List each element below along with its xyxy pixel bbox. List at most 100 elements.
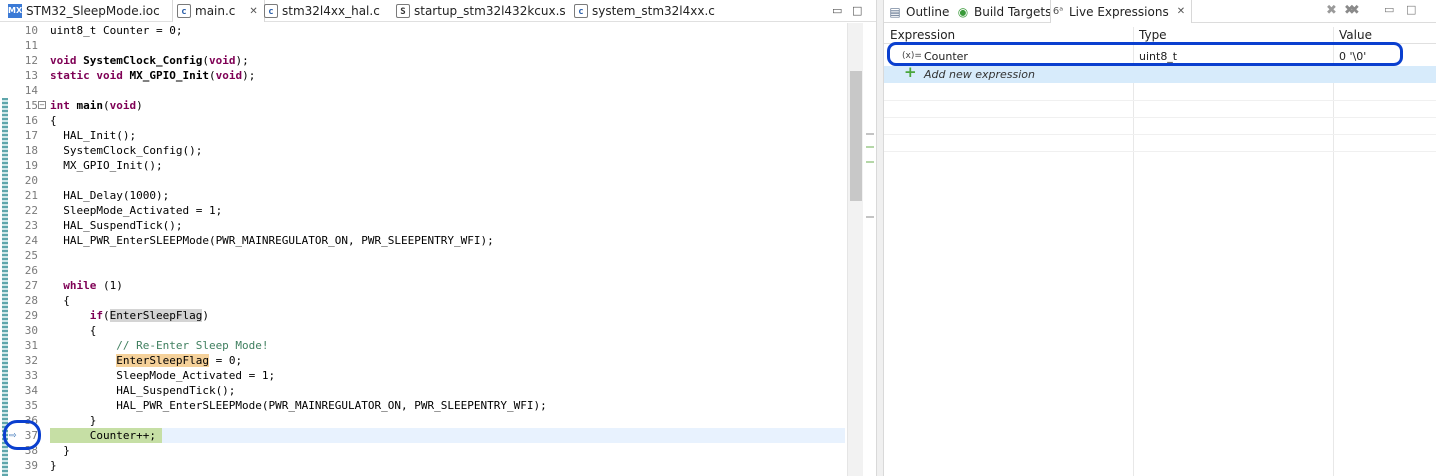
code-line: { <box>50 114 57 127</box>
code-line: MX_GPIO_Init(); <box>50 159 163 172</box>
tab-system-stm32l4xx-c[interactable]: c system_stm32l4xx.c <box>570 0 715 22</box>
line-number: 21 <box>24 189 38 202</box>
column-divider[interactable] <box>1133 27 1134 476</box>
code-line: void SystemClock_Config(void); <box>50 54 249 67</box>
c-file-icon: c <box>264 4 278 18</box>
row-divider <box>884 117 1436 118</box>
code-line: HAL_Init(); <box>50 129 137 142</box>
c-file-icon: c <box>574 4 588 18</box>
annotation-circle <box>3 420 41 450</box>
code-line: } <box>50 414 97 427</box>
overview-mark[interactable] <box>866 216 874 218</box>
overview-ruler[interactable] <box>864 23 876 476</box>
tab-label: Build Targets <box>974 4 1052 19</box>
minimize-icon[interactable]: ▭ <box>832 4 842 17</box>
coverage-ruler <box>0 23 8 476</box>
annotation-circle <box>887 42 1403 66</box>
line-number: 24 <box>24 234 38 247</box>
overview-mark[interactable] <box>866 146 874 148</box>
line-number: 10 <box>24 24 38 37</box>
row-divider <box>884 134 1436 135</box>
overview-mark[interactable] <box>866 161 874 163</box>
close-icon[interactable]: ✕ <box>249 6 257 17</box>
line-number: 32 <box>24 354 38 367</box>
line-number: 25 <box>24 249 38 262</box>
live-expressions-icon: 6ᵃ <box>1052 6 1064 17</box>
scrollbar-thumb[interactable] <box>850 71 862 201</box>
code-line: HAL_PWR_EnterSLEEPMode(PWR_MAINREGULATOR… <box>50 399 547 412</box>
tab-startup-s[interactable]: S startup_stm32l432kcux.s <box>392 0 566 22</box>
code-line-current: Counter++; <box>50 429 156 442</box>
line-number: 26 <box>24 264 38 277</box>
line-number: 12 <box>24 54 38 67</box>
maximize-icon[interactable]: □ <box>852 4 862 17</box>
line-number: 20 <box>24 174 38 187</box>
add-icon: + <box>904 63 917 81</box>
line-number: 22 <box>24 204 38 217</box>
line-number: 14 <box>24 84 38 97</box>
tab-label: main.c <box>195 4 236 18</box>
live-expressions-view: ▤ Outline ◉ Build Targets 6ᵃ Live Expres… <box>884 0 1436 476</box>
outline-icon: ▤ <box>889 4 901 19</box>
code-line: } <box>50 444 70 457</box>
line-number: 33 <box>24 369 38 382</box>
code-line: HAL_SuspendTick(); <box>50 219 183 232</box>
close-icon[interactable]: ✕ <box>1177 6 1185 17</box>
line-number: 30 <box>24 324 38 337</box>
code-line: HAL_PWR_EnterSLEEPMode(PWR_MAINREGULATOR… <box>50 234 494 247</box>
code-editor[interactable]: MX STM32_SleepMode.ioc c main.c ✕ c stm3… <box>0 0 876 476</box>
column-divider[interactable] <box>1333 27 1334 476</box>
vertical-scrollbar[interactable] <box>847 23 863 476</box>
code-line: while (1) <box>63 279 123 292</box>
asm-file-icon: S <box>396 4 410 18</box>
code-line: HAL_Delay(1000); <box>50 189 170 202</box>
line-number: 16 <box>24 114 38 127</box>
line-number: 31 <box>24 339 38 352</box>
line-number: 28 <box>24 294 38 307</box>
remove-all-expressions-icon[interactable]: ✖✖ <box>1344 3 1360 18</box>
code-text-area[interactable]: uint8_t Counter = 0; void SystemClock_Co… <box>50 23 845 476</box>
tab-label: Live Expressions <box>1069 4 1169 19</box>
tab-build-targets[interactable]: ◉ Build Targets <box>956 0 1052 23</box>
build-targets-icon: ◉ <box>957 4 969 19</box>
view-tab-bar: ▤ Outline ◉ Build Targets 6ᵃ Live Expres… <box>884 0 1436 23</box>
tab-stm32l4xx-hal-c[interactable]: c stm32l4xx_hal.c <box>260 0 380 22</box>
line-number: 15 <box>24 99 38 112</box>
overview-mark[interactable] <box>866 133 874 135</box>
maximize-icon[interactable]: □ <box>1406 3 1416 16</box>
fold-collapse-icon[interactable]: − <box>38 101 46 109</box>
tab-label: Outline <box>906 4 950 19</box>
tab-live-expressions[interactable]: 6ᵃ Live Expressions ✕ <box>1050 0 1193 23</box>
tab-outline[interactable]: ▤ Outline <box>888 0 949 23</box>
code-line: uint8_t Counter = 0; <box>50 24 183 37</box>
add-expression-label[interactable]: Add new expression <box>924 66 1035 83</box>
code-comment: // Re-Enter Sleep Mode! <box>50 339 269 352</box>
line-number: 17 <box>24 129 38 142</box>
minimize-icon[interactable]: ▭ <box>1384 3 1394 16</box>
editor-tab-bar: MX STM32_SleepMode.ioc c main.c ✕ c stm3… <box>0 0 876 22</box>
line-number: 13 <box>24 69 38 82</box>
line-number-gutter: 10 11 12 13 14 15 16 17 18 19 20 21 22 2… <box>8 23 46 476</box>
code-line: SystemClock_Config(); <box>50 144 203 157</box>
row-divider <box>884 100 1436 101</box>
code-line: HAL_SuspendTick(); <box>50 384 236 397</box>
line-number: 23 <box>24 219 38 232</box>
line-number: 18 <box>24 144 38 157</box>
tab-stm32-sleepmode-ioc[interactable]: MX STM32_SleepMode.ioc <box>4 0 160 22</box>
tab-main-c[interactable]: c main.c ✕ <box>172 0 265 22</box>
line-number: 19 <box>24 159 38 172</box>
remove-expression-icon[interactable]: ✖ <box>1326 3 1337 18</box>
cubemx-file-icon: MX <box>8 4 22 18</box>
code-line: { <box>50 294 70 307</box>
add-expression-row[interactable]: + Add new expression <box>884 63 1436 83</box>
code-line: SleepMode_Activated = 1; <box>50 204 223 217</box>
row-divider <box>884 151 1436 152</box>
line-number: 34 <box>24 384 38 397</box>
code-line: static void MX_GPIO_Init(void); <box>50 69 256 82</box>
pane-splitter[interactable] <box>876 0 884 476</box>
line-number: 11 <box>24 39 38 52</box>
code-line: } <box>50 459 57 472</box>
c-file-icon: c <box>177 4 191 18</box>
tab-label: system_stm32l4xx.c <box>592 4 715 18</box>
line-number: 39 <box>24 459 38 472</box>
